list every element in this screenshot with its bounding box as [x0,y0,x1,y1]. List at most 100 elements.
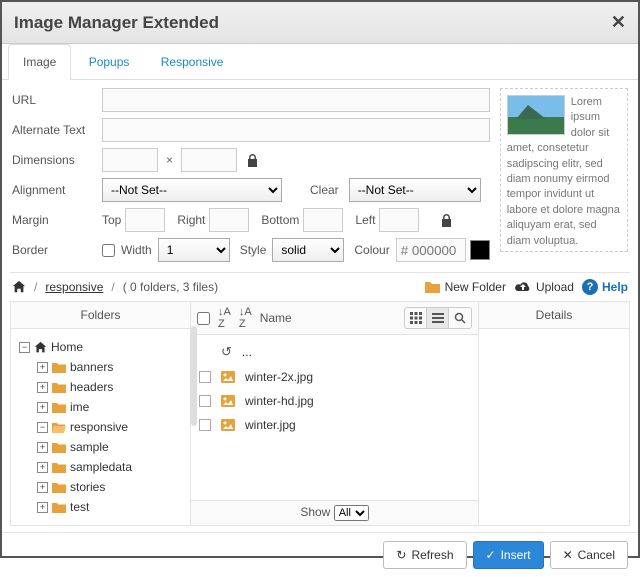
folder-icon [424,280,441,294]
margin-bottom-input[interactable] [303,208,343,232]
refresh-button[interactable]: ↻ Refresh [383,541,466,569]
parent-dir-row[interactable]: ↺ ... [191,339,478,365]
search-icon[interactable] [449,308,471,328]
folder-open-icon [52,422,66,433]
width-input[interactable] [102,148,158,172]
breadcrumb-link[interactable]: responsive [45,280,103,294]
margin-bottom-label: Bottom [261,213,299,227]
help-icon: ? [582,279,598,295]
refresh-icon: ↻ [396,548,406,562]
alignment-label: Alignment [12,183,102,197]
clear-label: Clear [310,183,339,197]
margin-right-label: Right [177,213,205,227]
height-input[interactable] [181,148,237,172]
collapse-icon[interactable]: − [37,422,48,433]
tree-item[interactable]: +sampledata [15,457,186,477]
select-all-checkbox[interactable] [197,312,210,325]
image-file-icon [221,419,235,431]
sort-desc-icon[interactable]: ↓AZ [239,306,252,330]
tree-item[interactable]: +banners [15,357,186,377]
tree-item[interactable]: −responsive [15,417,186,437]
tree-item[interactable]: +ime [15,397,186,417]
dimensions-x: × [166,153,173,167]
url-label: URL [12,93,102,107]
folder-icon [52,482,66,493]
file-row[interactable]: winter.jpg [191,413,478,437]
margin-left-input[interactable] [379,208,419,232]
file-row[interactable]: winter-hd.jpg [191,389,478,413]
tab-responsive[interactable]: Responsive [147,45,238,79]
lock-icon[interactable] [441,214,452,227]
image-file-icon [221,371,235,383]
lock-icon[interactable] [247,154,258,167]
window-title: Image Manager Extended [14,13,219,33]
image-file-icon [221,395,235,407]
name-column-header[interactable]: Name [260,311,396,325]
border-style-label: Style [240,243,267,257]
scrollbar[interactable] [191,326,197,426]
dimensions-label: Dimensions [12,153,102,167]
expand-icon[interactable]: + [37,502,48,513]
preview-thumbnail [507,95,565,135]
tree-item[interactable]: +stories [15,477,186,497]
border-style-select[interactable]: solid [272,238,344,262]
tree-item[interactable]: +test [15,497,186,517]
close-icon[interactable]: ✕ [611,12,626,33]
expand-icon[interactable]: + [37,442,48,453]
margin-top-input[interactable] [125,208,165,232]
sort-asc-icon[interactable]: ↓AZ [218,306,231,330]
close-icon: ✕ [563,548,573,562]
expand-icon[interactable]: + [37,362,48,373]
new-folder-button[interactable]: New Folder [424,280,506,294]
file-checkbox[interactable] [199,371,211,383]
insert-button[interactable]: ✓ Insert [473,541,544,569]
folder-icon [52,462,66,473]
url-input[interactable] [102,88,490,112]
border-width-select[interactable]: 1 [158,238,230,262]
clear-select[interactable]: --Not Set-- [349,178,481,202]
alt-input[interactable] [102,118,490,142]
expand-icon[interactable]: + [37,462,48,473]
alignment-select[interactable]: --Not Set-- [102,178,282,202]
home-icon[interactable] [12,280,26,294]
expand-icon[interactable]: + [37,402,48,413]
colour-swatch[interactable] [470,240,490,260]
grid-view-icon[interactable] [405,308,427,328]
details-header: Details [479,302,629,329]
border-enable-checkbox[interactable] [102,244,115,257]
tree-item[interactable]: +sample [15,437,186,457]
margin-right-input[interactable] [209,208,249,232]
tab-image[interactable]: Image [8,44,71,80]
border-width-label: Width [121,243,152,257]
tree-item[interactable]: +headers [15,377,186,397]
breadcrumb-separator: / [34,280,37,294]
folder-icon [52,402,66,413]
cancel-button[interactable]: ✕ Cancel [550,541,628,569]
tab-bar: Image Popups Responsive [2,44,638,80]
cloud-upload-icon [514,280,532,294]
file-checkbox[interactable] [199,395,211,407]
upload-button[interactable]: Upload [514,280,574,294]
margin-left-label: Left [355,213,375,227]
alt-label: Alternate Text [12,123,102,137]
show-label: Show [300,505,330,519]
breadcrumb-separator: / [111,280,114,294]
help-button[interactable]: ? Help [582,279,628,295]
up-arrow-icon: ↺ [221,344,232,360]
folder-icon [52,442,66,453]
folder-icon [52,502,66,513]
list-view-icon[interactable] [427,308,449,328]
border-colour-input[interactable] [396,238,466,262]
margin-label: Margin [12,213,102,227]
check-icon: ✓ [486,548,496,562]
expand-icon[interactable]: + [37,382,48,393]
file-row[interactable]: winter-2x.jpg [191,365,478,389]
file-checkbox[interactable] [199,419,211,431]
expand-icon[interactable]: + [37,482,48,493]
collapse-icon[interactable]: − [19,342,30,353]
folder-icon [52,362,66,373]
preview-box: Lorem ipsum dolor sit amet, consetetur s… [500,88,628,252]
show-select[interactable]: All [334,505,369,521]
tab-popups[interactable]: Popups [75,45,144,79]
tree-home[interactable]: − Home [15,337,186,357]
